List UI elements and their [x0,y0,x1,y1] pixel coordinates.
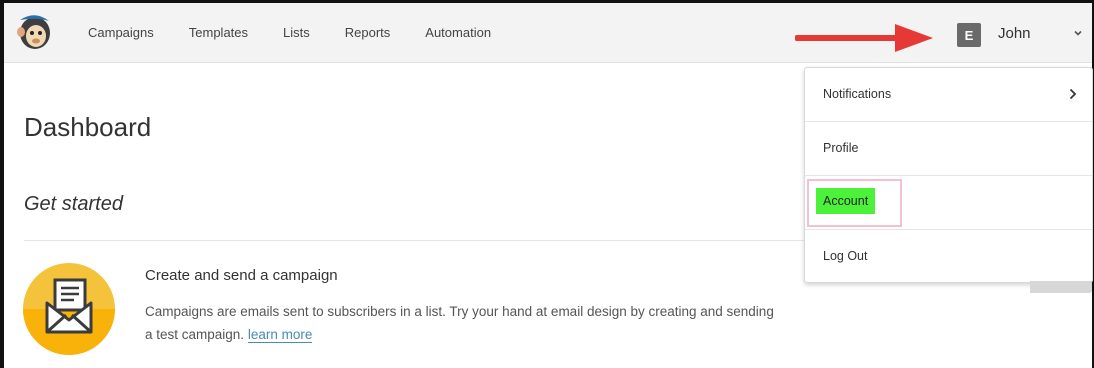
mailchimp-logo-icon[interactable] [15,11,53,51]
nav-templates[interactable]: Templates [189,25,248,40]
campaign-card-description: Campaigns are emails sent to subscribers… [145,300,785,346]
menu-item-account[interactable]: Account [805,176,1092,230]
divider [24,240,804,241]
user-name[interactable]: John [998,25,1031,42]
nav-reports[interactable]: Reports [345,25,391,40]
menu-item-profile[interactable]: Profile [805,122,1092,176]
menu-item-log-out[interactable]: Log Out [805,230,1092,283]
section-title: Get started [24,193,123,215]
menu-item-label: Profile [823,141,859,155]
nav-campaigns[interactable]: Campaigns [88,25,154,40]
chevron-right-icon [1069,88,1077,100]
main-nav: Campaigns Templates Lists Reports Automa… [88,3,526,62]
user-dropdown-menu: Notifications Profile Account Log Out [804,67,1093,283]
menu-item-label: Notifications [823,87,892,101]
envelope-icon [23,263,115,355]
campaign-card-description-text: Campaigns are emails sent to subscribers… [145,304,774,342]
page-title: Dashboard [24,112,152,142]
user-avatar[interactable]: E [957,23,981,47]
menu-item-label: Account [816,188,876,214]
nav-automation[interactable]: Automation [425,25,491,40]
learn-more-link[interactable]: learn more [247,327,313,343]
menu-item-label: Log Out [823,249,868,263]
annotation-arrow-icon [795,24,933,52]
menu-item-notifications[interactable]: Notifications [805,68,1092,122]
chevron-down-icon[interactable] [1072,27,1084,39]
campaign-card-title: Create and send a campaign [145,267,338,284]
background-panel-edge [1030,281,1092,293]
nav-lists[interactable]: Lists [283,25,310,40]
